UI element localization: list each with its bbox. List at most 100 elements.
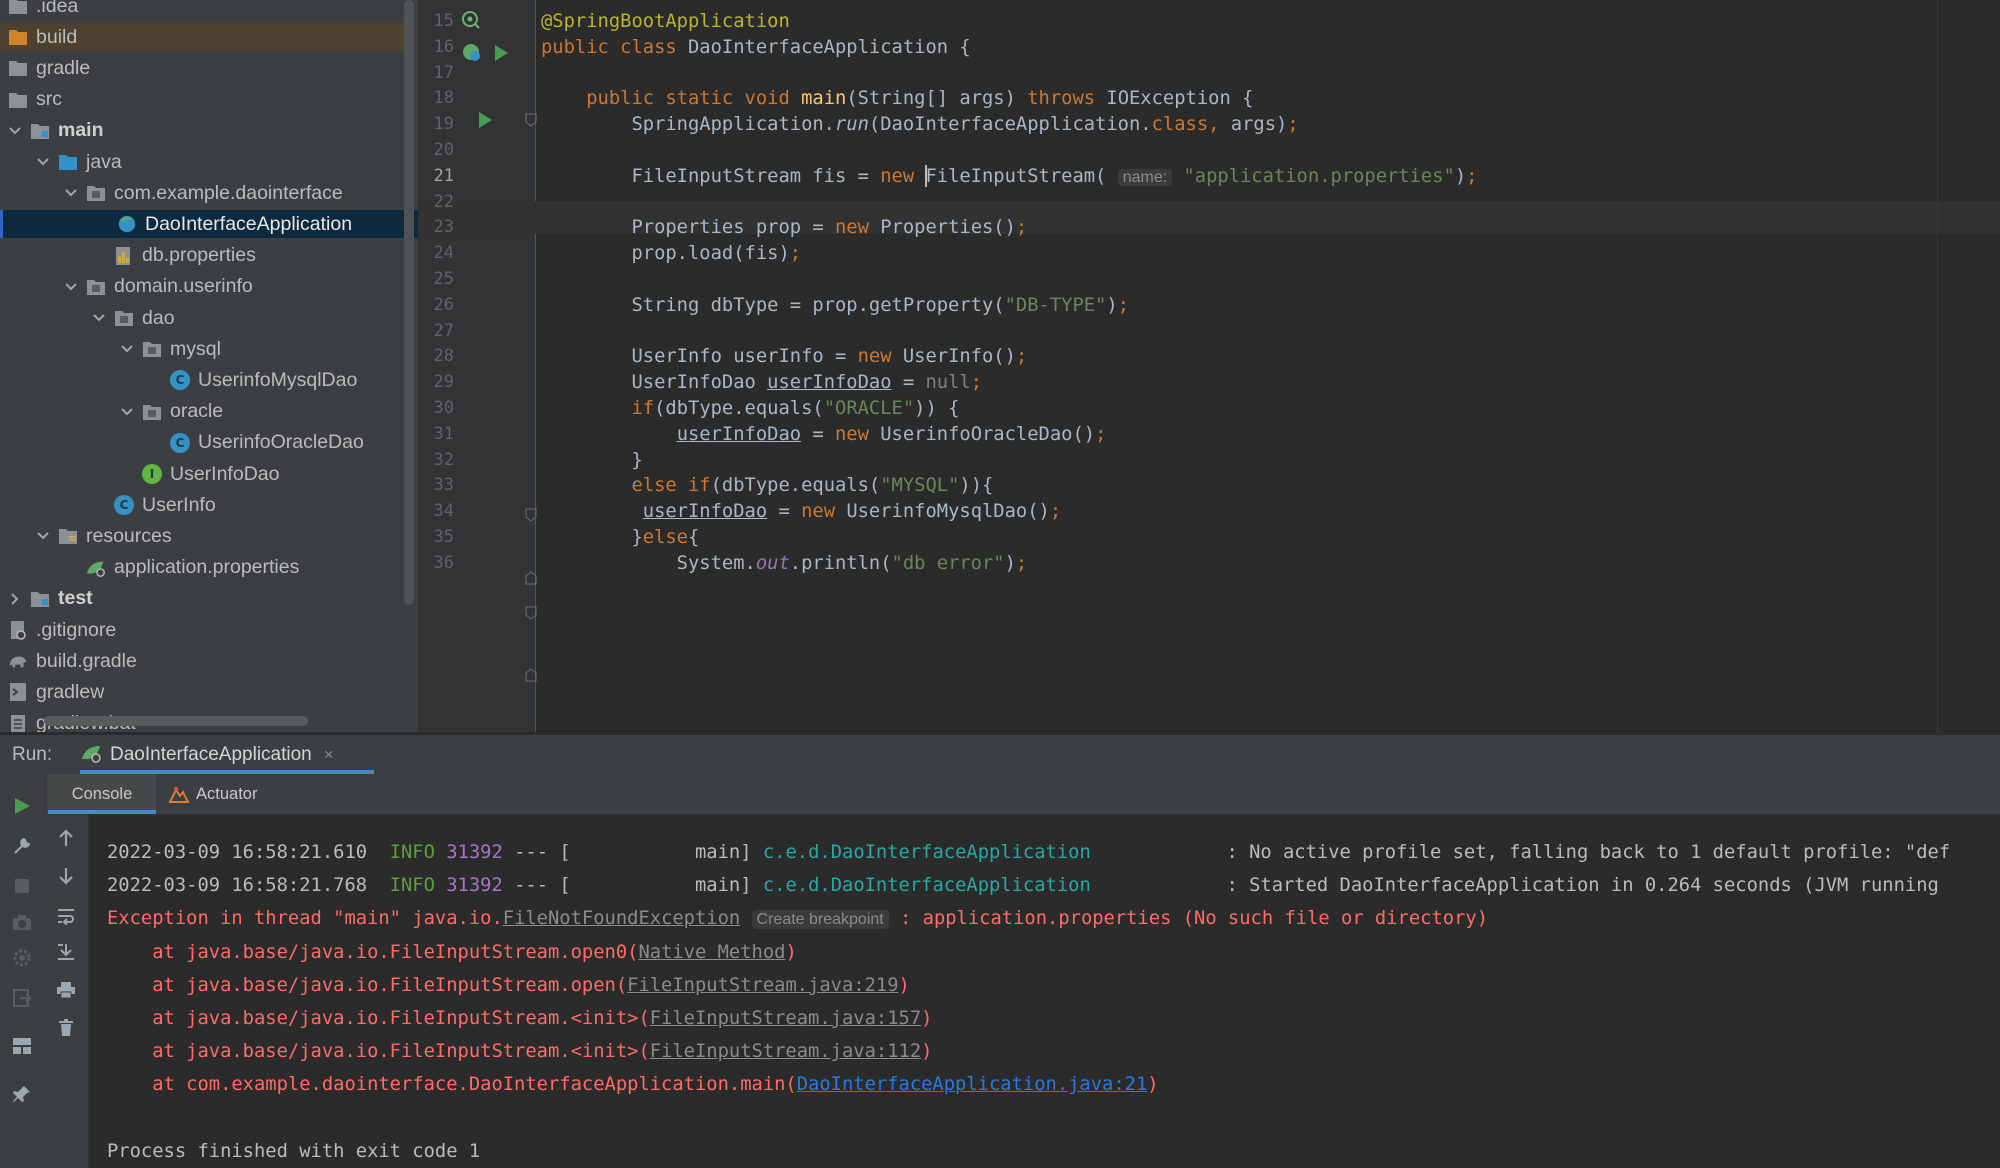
tree-item[interactable]: gradlew xyxy=(0,678,410,706)
soft-wrap-icon[interactable] xyxy=(54,904,78,928)
run-label: Run: xyxy=(12,744,53,765)
tree-item[interactable]: I UserInfoDao xyxy=(0,460,418,488)
code-line[interactable]: FileInputStream fis = new FileInputStrea… xyxy=(541,160,1477,193)
tree-item[interactable]: DaoInterfaceApplication xyxy=(0,210,418,239)
code-token: )) { xyxy=(914,398,960,419)
spring-bean-icon[interactable] xyxy=(461,42,483,69)
tree-item[interactable]: dao xyxy=(0,304,418,332)
stacktrace-link[interactable]: FileInputStream.java:112 xyxy=(650,1041,921,1062)
layout-icon[interactable] xyxy=(10,1034,34,1058)
stacktrace-link[interactable]: FileNotFoundException xyxy=(503,908,740,929)
run-gutter-icon[interactable] xyxy=(493,44,509,67)
code-token: ; xyxy=(1287,114,1299,136)
spring-boot-class-icon xyxy=(117,214,137,234)
create-breakpoint-button[interactable]: Create breakpoint xyxy=(751,910,889,930)
chevron-right-icon[interactable] xyxy=(8,592,22,606)
tree-item[interactable]: oracle xyxy=(0,398,418,426)
properties-file-icon xyxy=(114,246,134,266)
console-text: ) xyxy=(785,941,797,963)
module-folder-icon xyxy=(30,589,50,609)
console-text: --- [ main] xyxy=(502,842,763,863)
run-config-tab[interactable]: DaoInterfaceApplication × xyxy=(80,735,374,775)
tree-item[interactable]: gradle xyxy=(0,54,410,82)
tree-item-label: java xyxy=(86,150,122,173)
tree-item[interactable]: C UserinfoMysqlDao xyxy=(0,366,418,394)
code-token: ; xyxy=(1015,217,1028,239)
chevron-down-icon[interactable] xyxy=(92,311,106,325)
camera-icon[interactable] xyxy=(10,910,34,934)
package-icon xyxy=(142,402,162,422)
rerun-icon[interactable] xyxy=(10,794,34,818)
tree-item-label: com.example.daointerface xyxy=(114,181,343,204)
chevron-down-icon[interactable] xyxy=(64,186,78,200)
code-line[interactable]: public class DaoInterfaceApplication { xyxy=(541,31,971,64)
tree-item[interactable]: test xyxy=(0,585,410,613)
code-token: } xyxy=(541,527,643,548)
chevron-down-icon[interactable] xyxy=(120,342,134,356)
tree-item[interactable]: java xyxy=(0,148,418,176)
scroll-to-end-icon[interactable] xyxy=(54,940,78,964)
pin-icon[interactable] xyxy=(10,1082,34,1106)
tree-vertical-scrollbar[interactable] xyxy=(404,0,414,605)
tree-item[interactable]: application.properties xyxy=(0,554,418,582)
trash-icon[interactable] xyxy=(54,1016,78,1040)
code-line[interactable]: prop.load(fis); xyxy=(541,237,801,270)
stacktrace-link[interactable]: FileInputStream.java:157 xyxy=(650,1008,921,1029)
code-line[interactable]: System.out.println("db error"); xyxy=(541,547,1028,580)
chevron-down-icon[interactable] xyxy=(120,405,134,419)
spring-bean-icon[interactable] xyxy=(461,10,481,35)
tree-item[interactable]: db.properties xyxy=(0,242,418,270)
code-line[interactable]: SpringApplication.run(DaoInterfaceApplic… xyxy=(541,108,1299,141)
code-token: "application.properties" xyxy=(1183,165,1455,187)
console-line: Exception in thread "main" java.io.FileN… xyxy=(107,902,1488,935)
tree-item[interactable]: .idea xyxy=(0,0,410,20)
console-text: : Started DaoInterfaceApplication in 0.2… xyxy=(1090,875,1939,897)
class-icon: C xyxy=(170,432,190,453)
wrench-icon[interactable] xyxy=(10,834,34,858)
close-icon[interactable]: × xyxy=(324,745,334,765)
down-arrow-icon[interactable] xyxy=(54,864,78,888)
stacktrace-link[interactable]: DaoInterfaceApplication.java:21 xyxy=(797,1074,1148,1095)
tab-actuator[interactable]: Actuator xyxy=(164,774,257,814)
code-token: run xyxy=(835,114,869,136)
tree-item[interactable]: build xyxy=(0,23,410,52)
run-tab-label: DaoInterfaceApplication xyxy=(110,744,312,765)
chevron-down-icon[interactable] xyxy=(64,280,78,294)
fold-icon[interactable] xyxy=(525,113,537,132)
tree-item[interactable]: com.example.daointerface xyxy=(0,179,418,207)
tree-item[interactable]: .gitignore xyxy=(0,616,410,644)
tree-horizontal-scrollbar[interactable] xyxy=(44,716,308,726)
tree-item-label: gradle xyxy=(36,56,91,79)
code-token: = xyxy=(891,372,926,394)
line-number: 36 xyxy=(433,552,454,573)
run-toolbar xyxy=(0,774,45,1168)
tree-item[interactable]: C UserinfoOracleDao xyxy=(0,429,418,457)
stop-icon[interactable] xyxy=(10,874,34,898)
code-line[interactable]: String dbType = prop.getProperty("DB-TYP… xyxy=(541,289,1129,322)
tree-item[interactable]: build.gradle xyxy=(0,647,410,675)
print-icon[interactable] xyxy=(54,978,78,1002)
stacktrace-link[interactable]: FileInputStream.java:219 xyxy=(627,975,898,996)
tree-item[interactable]: domain.userinfo xyxy=(0,273,418,301)
stacktrace-link[interactable]: Native Method xyxy=(638,942,785,963)
exit-icon[interactable] xyxy=(10,986,34,1010)
tab-console-label: Console xyxy=(71,784,133,803)
tab-console[interactable]: Console xyxy=(48,774,156,814)
fold-icon[interactable] xyxy=(525,571,537,590)
fold-icon[interactable] xyxy=(525,668,537,687)
tree-item[interactable]: mysql xyxy=(0,335,418,363)
fold-icon[interactable] xyxy=(525,508,537,527)
chevron-down-icon[interactable] xyxy=(36,529,50,543)
chevron-down-icon[interactable] xyxy=(36,155,50,169)
run-gutter-icon[interactable] xyxy=(477,111,493,134)
code-token: = xyxy=(801,423,835,445)
settings-gear-icon[interactable] xyxy=(10,946,34,970)
chevron-down-icon[interactable] xyxy=(8,124,22,138)
tree-item[interactable]: src xyxy=(0,86,410,114)
fold-icon[interactable] xyxy=(525,606,537,625)
up-arrow-icon[interactable] xyxy=(54,826,78,850)
tree-item[interactable]: main xyxy=(0,117,410,145)
tree-item[interactable]: C UserInfo xyxy=(0,491,418,519)
tree-item[interactable]: resources xyxy=(0,522,418,550)
